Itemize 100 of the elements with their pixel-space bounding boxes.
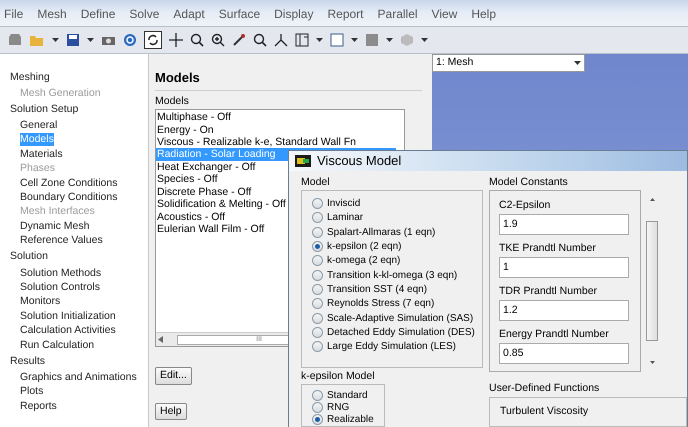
field-label: C2-Epsilon (499, 198, 552, 212)
scroll-left-icon[interactable] (158, 336, 163, 344)
menu-item[interactable]: Display (274, 5, 314, 23)
radio-button[interactable] (312, 212, 323, 224)
radio-button[interactable] (312, 312, 323, 324)
layout-icon[interactable] (295, 33, 309, 47)
nav-item[interactable]: Plots (20, 385, 44, 398)
nav-item[interactable]: Dynamic Mesh (20, 220, 90, 233)
list-item[interactable]: Discrete Phase - Off (156, 186, 252, 198)
edit-button[interactable]: Edit... (155, 367, 192, 386)
list-item[interactable]: Multiphase - Off (156, 111, 231, 124)
list-item[interactable]: Eulerian Wall Film - Off (156, 222, 264, 236)
radio-label: Reynolds Stress (7 eqn) (327, 297, 434, 312)
zoom-in-icon[interactable] (211, 33, 225, 47)
camera-icon[interactable] (101, 34, 116, 46)
group-label: Model Constants (489, 176, 569, 188)
fill-icon[interactable] (365, 33, 379, 47)
help-button[interactable]: Help (155, 403, 187, 420)
app-icon (295, 154, 311, 167)
radio-button[interactable] (312, 390, 323, 401)
field-label: Energy Prandtl Number (499, 328, 610, 340)
radio-button[interactable] (312, 341, 323, 352)
radio-label: Realizable (327, 414, 374, 424)
caret-icon (421, 38, 428, 42)
window-select[interactable]: 1: Mesh (432, 54, 585, 72)
scroll-up-icon[interactable] (650, 198, 654, 200)
radio-label: Standard (327, 390, 368, 400)
radio-label: k-epsilon (2 eqn) (327, 240, 402, 254)
window-icon[interactable] (330, 33, 344, 47)
nav-item[interactable]: Run Calculation (20, 338, 94, 352)
list-item[interactable]: Heat Exchanger - Off (156, 160, 256, 174)
menu-item[interactable]: Define (80, 5, 116, 23)
list-item[interactable]: Species - Off (156, 173, 218, 186)
nav-item[interactable]: Monitors (20, 295, 60, 308)
section-header[interactable]: Results (10, 354, 46, 368)
radio-label: RNG (327, 402, 350, 412)
axes-icon[interactable] (274, 33, 288, 47)
nav-item[interactable]: Cell Zone Conditions (20, 176, 118, 190)
radio-button[interactable] (312, 241, 323, 252)
menu-item[interactable]: File (4, 5, 24, 23)
nav-item[interactable]: Solution Initialization (20, 310, 116, 323)
menu-item[interactable]: Adapt (173, 5, 205, 23)
menu-item[interactable]: Help (471, 5, 496, 23)
input-field[interactable]: 1.2 (499, 300, 629, 320)
radio-button[interactable] (312, 255, 323, 266)
radio-button[interactable] (312, 284, 323, 295)
nav-item[interactable]: Graphics and Animations (20, 370, 137, 384)
zoom-fit-icon[interactable] (253, 33, 267, 47)
menu-item[interactable]: Surface (218, 5, 260, 23)
radio-label: Spalart-Allmaras (1 eqn) (327, 226, 436, 240)
section-header[interactable]: Solution Setup (10, 102, 78, 116)
radio-label: Transition k-kl-omega (3 eqn) (327, 268, 458, 283)
input-field[interactable]: 1 (499, 256, 629, 278)
radio-button[interactable] (312, 402, 323, 413)
radio-button[interactable] (312, 326, 323, 338)
radio-button[interactable] (312, 414, 323, 425)
menu-item[interactable]: Parallel (378, 5, 418, 23)
field-label: TDR Prandtl Number (499, 284, 598, 298)
scroll-down-icon[interactable] (650, 360, 654, 364)
nav-item[interactable]: Boundary Conditions (20, 191, 118, 204)
menu-item[interactable]: Mesh (37, 5, 67, 23)
list-item[interactable]: Acoustics - Off (156, 210, 226, 223)
list-item[interactable]: Viscous - Realizable k-e, Standard Wall Fn (156, 136, 356, 148)
stop-icon[interactable] (8, 33, 22, 47)
list-label: Models (155, 94, 190, 108)
menu-item[interactable]: Report (327, 5, 364, 23)
move-icon[interactable] (169, 33, 183, 47)
radio-button[interactable] (312, 298, 323, 310)
radio-button[interactable] (312, 226, 323, 238)
nav-item[interactable]: Solution Controls (20, 280, 100, 294)
nav-item[interactable]: Calculation Activities (20, 324, 116, 338)
list-item[interactable]: Energy - On (156, 124, 214, 136)
radio-label: Laminar (327, 211, 364, 226)
radio-label: Transition SST (4 eqn) (327, 282, 428, 297)
group-label: User-Defined Functions (489, 382, 600, 394)
input-field[interactable]: 0.85 (499, 342, 629, 364)
nav-item[interactable]: Solution Methods (20, 266, 102, 280)
help-icon[interactable] (123, 33, 137, 47)
list-item[interactable]: Solidification & Melting - Off (156, 198, 286, 210)
rotate-icon[interactable] (144, 31, 162, 49)
radio-label: Scale-Adaptive Simulation (SAS) (327, 312, 474, 326)
panel-title: Models (155, 68, 422, 90)
menu-item[interactable]: View (432, 5, 458, 23)
caret-icon (351, 38, 358, 42)
radio-button[interactable] (312, 198, 323, 210)
input-field[interactable]: 1.9 (499, 214, 629, 234)
section-header[interactable]: Meshing (10, 70, 50, 84)
probe-icon[interactable] (232, 33, 246, 47)
nav-item[interactable]: Materials (20, 148, 63, 161)
nav-item[interactable]: Reference Values (20, 234, 103, 248)
scroll-thumb[interactable] (646, 220, 658, 340)
zoom-icon[interactable] (190, 33, 204, 47)
caret-icon (87, 38, 94, 42)
menu-item[interactable]: Solve (129, 5, 160, 23)
nav-item[interactable]: General (20, 119, 58, 132)
section-header[interactable]: Solution (10, 250, 48, 264)
radio-button[interactable] (312, 270, 323, 281)
save-icon[interactable] (66, 33, 80, 47)
field-label: TKE Prandtl Number (499, 242, 597, 254)
nav-item[interactable]: Reports (20, 400, 57, 413)
